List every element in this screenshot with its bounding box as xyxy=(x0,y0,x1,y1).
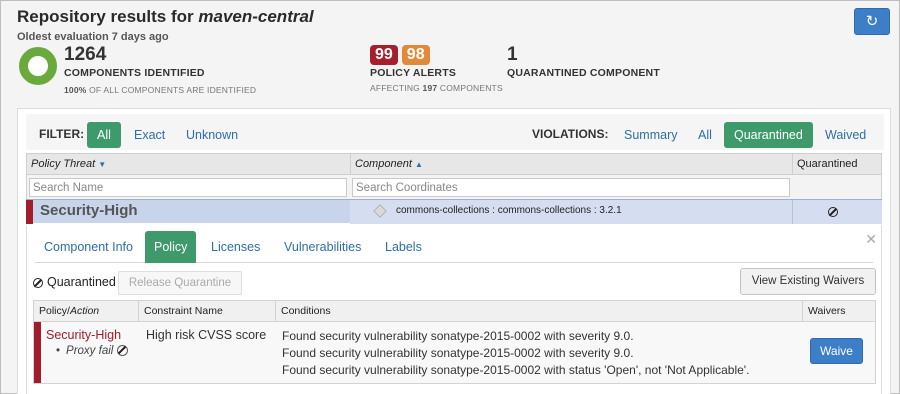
tab-policy[interactable]: Policy xyxy=(145,231,197,263)
critical-alerts-badge[interactable]: 99 xyxy=(370,45,398,65)
alerts-affecting-suffix: COMPONENTS xyxy=(439,83,503,93)
policy-name: Security-High xyxy=(46,328,122,342)
violations-summary-button[interactable]: Summary xyxy=(614,122,687,148)
page-title: Repository results for maven-central xyxy=(17,7,314,27)
filter-exact-button[interactable]: Exact xyxy=(124,122,175,148)
sort-desc-icon: ▼ xyxy=(98,160,107,169)
header-conditions: Conditions xyxy=(276,301,803,321)
release-quarantine-button[interactable]: Release Quarantine xyxy=(118,271,242,295)
filter-all-button[interactable]: All xyxy=(87,122,121,148)
repository-name: maven-central xyxy=(198,7,314,26)
header-policy-action: Policy/Action xyxy=(34,301,139,321)
row-quarantined-cell xyxy=(792,200,882,224)
component-cube-icon xyxy=(373,204,387,218)
quarantine-status: Quarantined xyxy=(33,275,116,289)
row-coordinates: commons-collections : commons-collection… xyxy=(396,205,622,216)
detail-tabs: Component Info Policy Licenses Vulnerabi… xyxy=(35,231,873,263)
policy-action-label: Proxy fail xyxy=(66,345,114,357)
quarantined-count: 1 xyxy=(507,44,518,65)
header-action: Action xyxy=(69,305,100,317)
waive-button[interactable]: Waive xyxy=(810,338,863,364)
filter-label: FILTER: xyxy=(39,127,85,141)
policy-threat-bar xyxy=(34,322,41,383)
bullet-icon: • xyxy=(56,345,61,357)
column-quarantined[interactable]: Quarantined xyxy=(793,154,881,174)
policy-table: Policy/Action Constraint Name Conditions… xyxy=(33,300,876,384)
sort-asc-icon: ▲ xyxy=(414,160,423,169)
header-waivers: Waivers xyxy=(808,305,846,317)
alerts-sub: AFFECTING 197 COMPONENTS xyxy=(370,83,503,93)
constraint-name: High risk CVSS score xyxy=(146,328,267,342)
header-policy: Policy/ xyxy=(39,305,70,317)
condition-line: Found security vulnerability sonatype-20… xyxy=(282,346,634,360)
quarantined-stat: 1 QUARANTINED COMPONENT xyxy=(507,44,660,80)
components-sub: 100% OF ALL COMPONENTS ARE IDENTIFIED xyxy=(64,85,256,95)
components-label: COMPONENTS IDENTIFIED xyxy=(64,67,205,79)
violations-label: VIOLATIONS: xyxy=(532,127,609,141)
components-count: 1264 xyxy=(64,44,107,65)
violations-waived-button[interactable]: Waived xyxy=(815,122,876,148)
alerts-stat: 99 98 POLICY ALERTS AFFECTING 197 COMPON… xyxy=(370,45,503,93)
policy-table-header: Policy/Action Constraint Name Conditions… xyxy=(34,301,875,322)
quarantined-label: QUARANTINED COMPONENT xyxy=(507,67,660,79)
column-policy-threat[interactable]: Policy Threat ▼ xyxy=(27,154,351,174)
alert-badges: 99 98 xyxy=(370,45,503,65)
threat-level-bar xyxy=(26,200,33,224)
row-threat-label: Security-High xyxy=(40,202,138,219)
policy-row: Security-High • Proxy fail High risk CVSS… xyxy=(34,322,875,383)
components-sub-text: OF ALL COMPONENTS ARE IDENTIFIED xyxy=(89,85,257,95)
condition-line: Found security vulnerability sonatype-20… xyxy=(282,329,634,343)
app-frame: Repository results for maven-central Old… xyxy=(0,0,900,394)
search-name-input[interactable] xyxy=(29,178,347,197)
conditions-list: Found security vulnerability sonatype-20… xyxy=(282,328,749,379)
component-detail-panel: Component Info Policy Licenses Vulnerabi… xyxy=(26,225,882,394)
components-percent: 100% xyxy=(64,85,87,95)
title-prefix: Repository results for xyxy=(17,7,199,26)
filter-bar: FILTER: All Exact Unknown VIOLATIONS: Su… xyxy=(26,114,884,150)
close-icon[interactable]: ✕ xyxy=(865,231,877,248)
view-existing-waivers-button[interactable]: View Existing Waivers xyxy=(740,268,876,295)
policy-action: • Proxy fail xyxy=(56,345,128,357)
tab-component-info[interactable]: Component Info xyxy=(35,231,142,263)
condition-line: Found security vulnerability sonatype-20… xyxy=(282,363,750,377)
row-component-cell: commons-collections : commons-collection… xyxy=(350,200,792,224)
column-component-label: Component xyxy=(355,158,412,170)
proxy-block-icon xyxy=(116,345,128,357)
tab-labels[interactable]: Labels xyxy=(376,231,431,263)
components-stat: 1264 COMPONENTS IDENTIFIED 100% OF ALL C… xyxy=(64,44,256,96)
oldest-evaluation: Oldest evaluation 7 days ago xyxy=(17,31,169,43)
alerts-label: POLICY ALERTS xyxy=(370,67,457,79)
tab-licenses[interactable]: Licenses xyxy=(202,231,269,263)
components-donut-chart xyxy=(19,47,57,85)
quarantine-status-label: Quarantined xyxy=(47,275,116,289)
column-policy-threat-label: Policy Threat xyxy=(31,158,96,170)
grid-header: Policy Threat ▼ Component ▲ Quarantined xyxy=(26,153,882,175)
violations-all-button[interactable]: All xyxy=(688,122,722,148)
alerts-affecting-prefix: AFFECTING xyxy=(370,83,420,93)
search-coordinates-input[interactable] xyxy=(352,178,790,197)
quarantine-block-icon xyxy=(828,207,838,217)
page-header: Repository results for maven-central Old… xyxy=(17,7,314,43)
quarantine-status-icon xyxy=(33,277,43,288)
filter-unknown-button[interactable]: Unknown xyxy=(176,122,248,148)
header-constraint-name: Constraint Name xyxy=(139,301,276,321)
selected-component-row[interactable]: Security-High commons-collections : comm… xyxy=(26,199,882,224)
column-component[interactable]: Component ▲ xyxy=(351,154,793,174)
results-panel: FILTER: All Exact Unknown VIOLATIONS: Su… xyxy=(17,108,891,394)
grid-search-row xyxy=(26,175,882,199)
severe-alerts-badge[interactable]: 98 xyxy=(401,45,430,65)
refresh-button[interactable]: ↻ xyxy=(854,8,890,35)
violations-quarantined-button[interactable]: Quarantined xyxy=(724,122,813,148)
refresh-icon: ↻ xyxy=(865,13,879,30)
alerts-affecting-count: 197 xyxy=(422,83,438,93)
tab-vulnerabilities[interactable]: Vulnerabilities xyxy=(275,231,370,263)
